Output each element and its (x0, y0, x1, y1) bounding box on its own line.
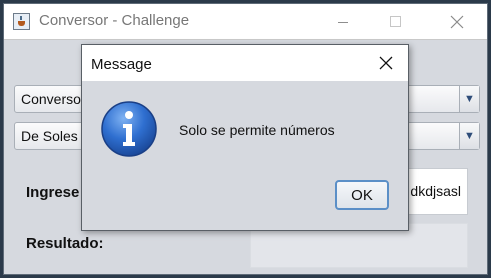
resultado-label: Resultado: (26, 235, 104, 252)
currency-select-value: De Soles (21, 128, 78, 144)
close-button[interactable] (434, 4, 480, 39)
close-icon (379, 56, 393, 70)
dialog-message: Solo se permite números (179, 122, 335, 138)
info-icon (101, 101, 157, 157)
close-icon (450, 15, 464, 28)
maximize-icon (389, 16, 401, 27)
chevron-down-icon[interactable]: ▼ (459, 86, 479, 112)
window-title: Conversor - Challenge (39, 12, 190, 29)
java-cup-icon (13, 13, 30, 30)
message-dialog: Message Solo se permite números OK (81, 44, 409, 231)
main-titlebar[interactable]: Conversor - Challenge (4, 4, 487, 40)
dialog-title: Message (91, 56, 152, 73)
minimize-button[interactable] (320, 4, 366, 39)
conversion-select-value: Conversor (21, 91, 86, 107)
chevron-down-icon[interactable]: ▼ (459, 123, 479, 149)
maximize-button[interactable] (372, 4, 418, 39)
minimize-icon (338, 22, 348, 23)
dialog-close-button[interactable] (364, 45, 408, 81)
ok-button[interactable]: OK (335, 180, 389, 210)
ingrese-label: Ingrese (26, 184, 80, 201)
amount-input-value: dkdjsasl (410, 183, 461, 199)
dialog-titlebar[interactable]: Message (82, 45, 408, 81)
